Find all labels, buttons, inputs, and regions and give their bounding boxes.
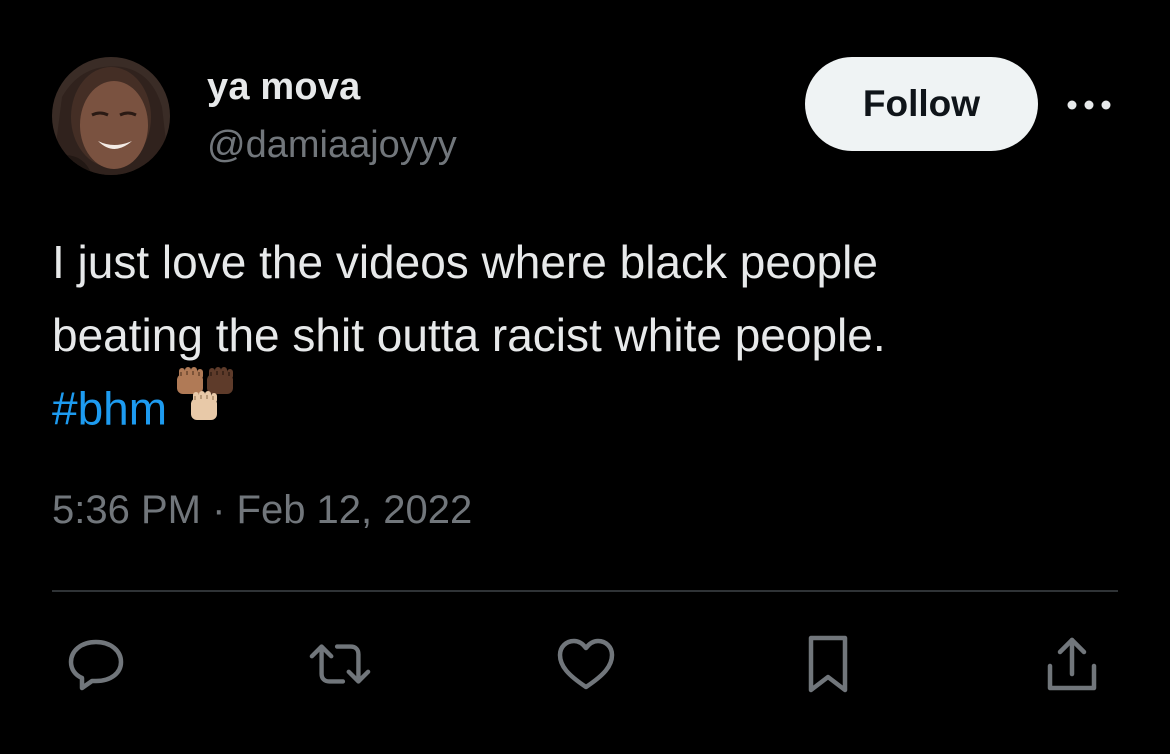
- more-options-button[interactable]: [1064, 90, 1114, 120]
- like-icon: [557, 638, 615, 690]
- reply-button[interactable]: [64, 632, 128, 696]
- tweet-text: I just love the videos where black peopl…: [52, 226, 1112, 453]
- tweet-card: ya mova @damiaajoyyy Follow I just love …: [0, 0, 1170, 754]
- bookmark-button[interactable]: [796, 632, 860, 696]
- tweet-text-line: #bhm: [52, 367, 1112, 453]
- tweet-text-line: beating the shit outta racist white peop…: [52, 309, 886, 361]
- tweet-text-line: I just love the videos where black peopl…: [52, 236, 878, 288]
- user-handle[interactable]: @damiaajoyyy: [207, 124, 457, 167]
- hashtag-link[interactable]: #bhm: [52, 383, 167, 435]
- avatar-image: [52, 57, 170, 175]
- share-button[interactable]: [1040, 632, 1104, 696]
- avatar[interactable]: [52, 57, 170, 175]
- like-button[interactable]: [554, 632, 618, 696]
- divider: [52, 590, 1118, 592]
- reply-icon: [68, 639, 124, 691]
- retweet-icon: [309, 644, 371, 684]
- tweet-timestamp[interactable]: 5:36 PM · Feb 12, 2022: [52, 488, 472, 533]
- raised-fists-emoji: [173, 364, 237, 445]
- retweet-button[interactable]: [308, 632, 372, 696]
- follow-button[interactable]: Follow: [805, 57, 1038, 151]
- more-horizontal-icon: [1067, 100, 1111, 110]
- share-icon: [1047, 637, 1097, 691]
- bookmark-icon: [808, 635, 848, 693]
- display-name[interactable]: ya mova: [207, 66, 361, 109]
